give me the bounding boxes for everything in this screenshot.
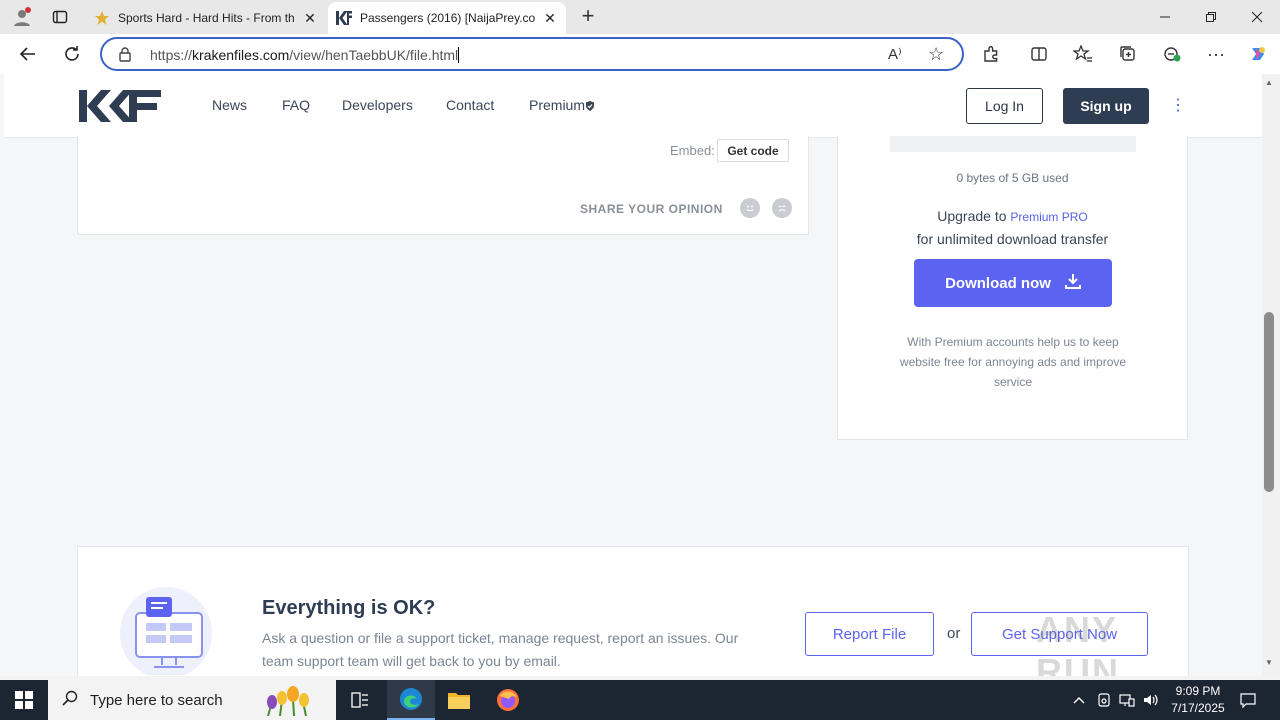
nav-contact[interactable]: Contact xyxy=(446,97,494,113)
windows-taskbar: Type here to search 9:09 PM 7/17/2025 xyxy=(0,680,1280,720)
premium-pro-link[interactable]: Premium PRO xyxy=(1010,210,1087,224)
kf-favicon-icon xyxy=(336,10,352,26)
get-code-button[interactable]: Get code xyxy=(717,139,789,162)
premium-sidebar-card: 0 bytes of 5 GB used Upgrade to Premium … xyxy=(837,136,1188,440)
signup-button[interactable]: Sign up xyxy=(1063,88,1149,124)
close-icon[interactable]: ✕ xyxy=(302,10,318,26)
page-viewport: News FAQ Developers Contact Premium Log … xyxy=(0,74,1262,676)
restore-icon[interactable] xyxy=(1188,0,1234,34)
kebab-menu-icon[interactable]: ⋮ xyxy=(1170,94,1186,118)
minimize-icon[interactable] xyxy=(1142,0,1188,34)
profile-icon[interactable] xyxy=(10,5,34,29)
browser-tab-bar: Sports Hard - Hard Hits - From th ✕ Pass… xyxy=(0,0,1280,34)
page-scrollbar[interactable]: ▲ ▼ xyxy=(1262,74,1280,676)
back-arrow-icon[interactable] xyxy=(14,40,42,68)
network-icon[interactable] xyxy=(1116,680,1138,720)
anyrun-watermark: ANY RUN xyxy=(1036,609,1120,676)
support-title: Everything is OK? xyxy=(262,597,436,619)
volume-icon[interactable] xyxy=(1140,680,1162,720)
support-monitor-icon xyxy=(118,587,216,676)
tab-passengers[interactable]: Passengers (2016) [NaijaPrey.com ✕ xyxy=(328,2,566,34)
collections-icon[interactable] xyxy=(1116,42,1140,66)
shield-icon xyxy=(585,97,595,113)
browser-essentials-icon[interactable] xyxy=(1160,42,1184,66)
favorites-icon[interactable] xyxy=(1071,42,1095,66)
edge-browser-icon[interactable] xyxy=(387,680,435,720)
read-aloud-icon[interactable]: A⁾ xyxy=(888,45,902,63)
task-view-icon[interactable] xyxy=(336,680,384,720)
download-now-button[interactable]: Download now xyxy=(914,259,1112,307)
download-icon xyxy=(1064,273,1081,293)
close-icon[interactable]: ✕ xyxy=(542,10,558,26)
windows-start-icon[interactable] xyxy=(0,680,48,720)
tulips-decoration-icon xyxy=(258,680,328,720)
address-bar[interactable]: https://krakenfiles.com/view/henTaebbUK/… xyxy=(100,37,964,71)
nav-faq[interactable]: FAQ xyxy=(282,97,310,113)
copilot-icon[interactable] xyxy=(1246,42,1270,66)
nav-developers[interactable]: Developers xyxy=(342,97,413,113)
support-card: Everything is OK? Ask a question or file… xyxy=(77,546,1189,676)
krakenfiles-logo[interactable] xyxy=(79,88,161,129)
unlimited-transfer-text: for unlimited download transfer xyxy=(916,231,1109,247)
upgrade-text: Upgrade to Premium PRO xyxy=(937,208,1088,224)
taskbar-search-box[interactable]: Type here to search xyxy=(48,680,336,720)
search-icon xyxy=(62,690,78,711)
file-info-card: Embed: Get code SHARE YOUR OPINION xyxy=(77,136,809,235)
login-button[interactable]: Log In xyxy=(966,88,1043,124)
scroll-up-arrow-icon[interactable]: ▲ xyxy=(1265,78,1273,87)
notifications-icon[interactable] xyxy=(1236,680,1260,720)
extensions-icon[interactable] xyxy=(979,42,1003,66)
url-text[interactable]: https://krakenfiles.com/view/henTaebbUK/… xyxy=(150,47,460,63)
close-window-icon[interactable] xyxy=(1234,0,1280,34)
device-icon[interactable] xyxy=(1093,680,1115,720)
more-options-icon[interactable]: ··· xyxy=(1204,42,1228,66)
scroll-thumb[interactable] xyxy=(1264,312,1274,492)
sad-face-icon[interactable] xyxy=(772,198,792,218)
share-opinion-label: SHARE YOUR OPINION xyxy=(580,202,723,216)
taskbar-clock[interactable]: 9:09 PM 7/17/2025 xyxy=(1162,683,1234,717)
browser-toolbar: https://krakenfiles.com/view/henTaebbUK/… xyxy=(0,34,1280,74)
file-explorer-icon[interactable] xyxy=(435,680,483,720)
report-file-button[interactable]: Report File xyxy=(805,612,934,656)
clock-time: 9:09 PM xyxy=(1175,684,1221,698)
nav-premium[interactable]: Premium xyxy=(529,97,595,113)
download-label: Download now xyxy=(945,274,1051,292)
smile-face-icon[interactable] xyxy=(740,198,760,218)
split-screen-icon[interactable] xyxy=(1027,42,1051,66)
new-tab-button[interactable]: + xyxy=(576,5,600,29)
favorite-star-icon[interactable]: ☆ xyxy=(928,44,944,65)
or-separator: or xyxy=(947,625,961,642)
clock-date: 7/17/2025 xyxy=(1171,701,1225,715)
tray-overflow-chevron-icon[interactable] xyxy=(1068,680,1090,720)
tab-title: Sports Hard - Hard Hits - From th xyxy=(118,11,295,25)
premium-note-text: With Premium accounts help us to keep we… xyxy=(899,335,1127,389)
search-placeholder: Type here to search xyxy=(90,691,223,709)
tab-sports-hard[interactable]: Sports Hard - Hard Hits - From th ✕ xyxy=(86,2,326,34)
storage-usage-text: 0 bytes of 5 GB used xyxy=(956,171,1069,185)
tab-actions-icon[interactable] xyxy=(48,5,72,29)
scroll-down-arrow-icon[interactable]: ▼ xyxy=(1265,658,1273,667)
embed-label: Embed: xyxy=(670,143,715,158)
firefox-icon[interactable] xyxy=(484,680,532,720)
nav-news[interactable]: News xyxy=(212,97,247,113)
site-header: News FAQ Developers Contact Premium Log … xyxy=(4,74,1262,138)
tab-title: Passengers (2016) [NaijaPrey.com xyxy=(360,11,536,25)
star-favicon-icon xyxy=(94,10,110,26)
support-description: Ask a question or file a support ticket,… xyxy=(262,630,739,669)
refresh-icon[interactable] xyxy=(58,40,86,68)
storage-progress-bar xyxy=(890,136,1136,152)
lock-icon[interactable] xyxy=(118,46,132,67)
